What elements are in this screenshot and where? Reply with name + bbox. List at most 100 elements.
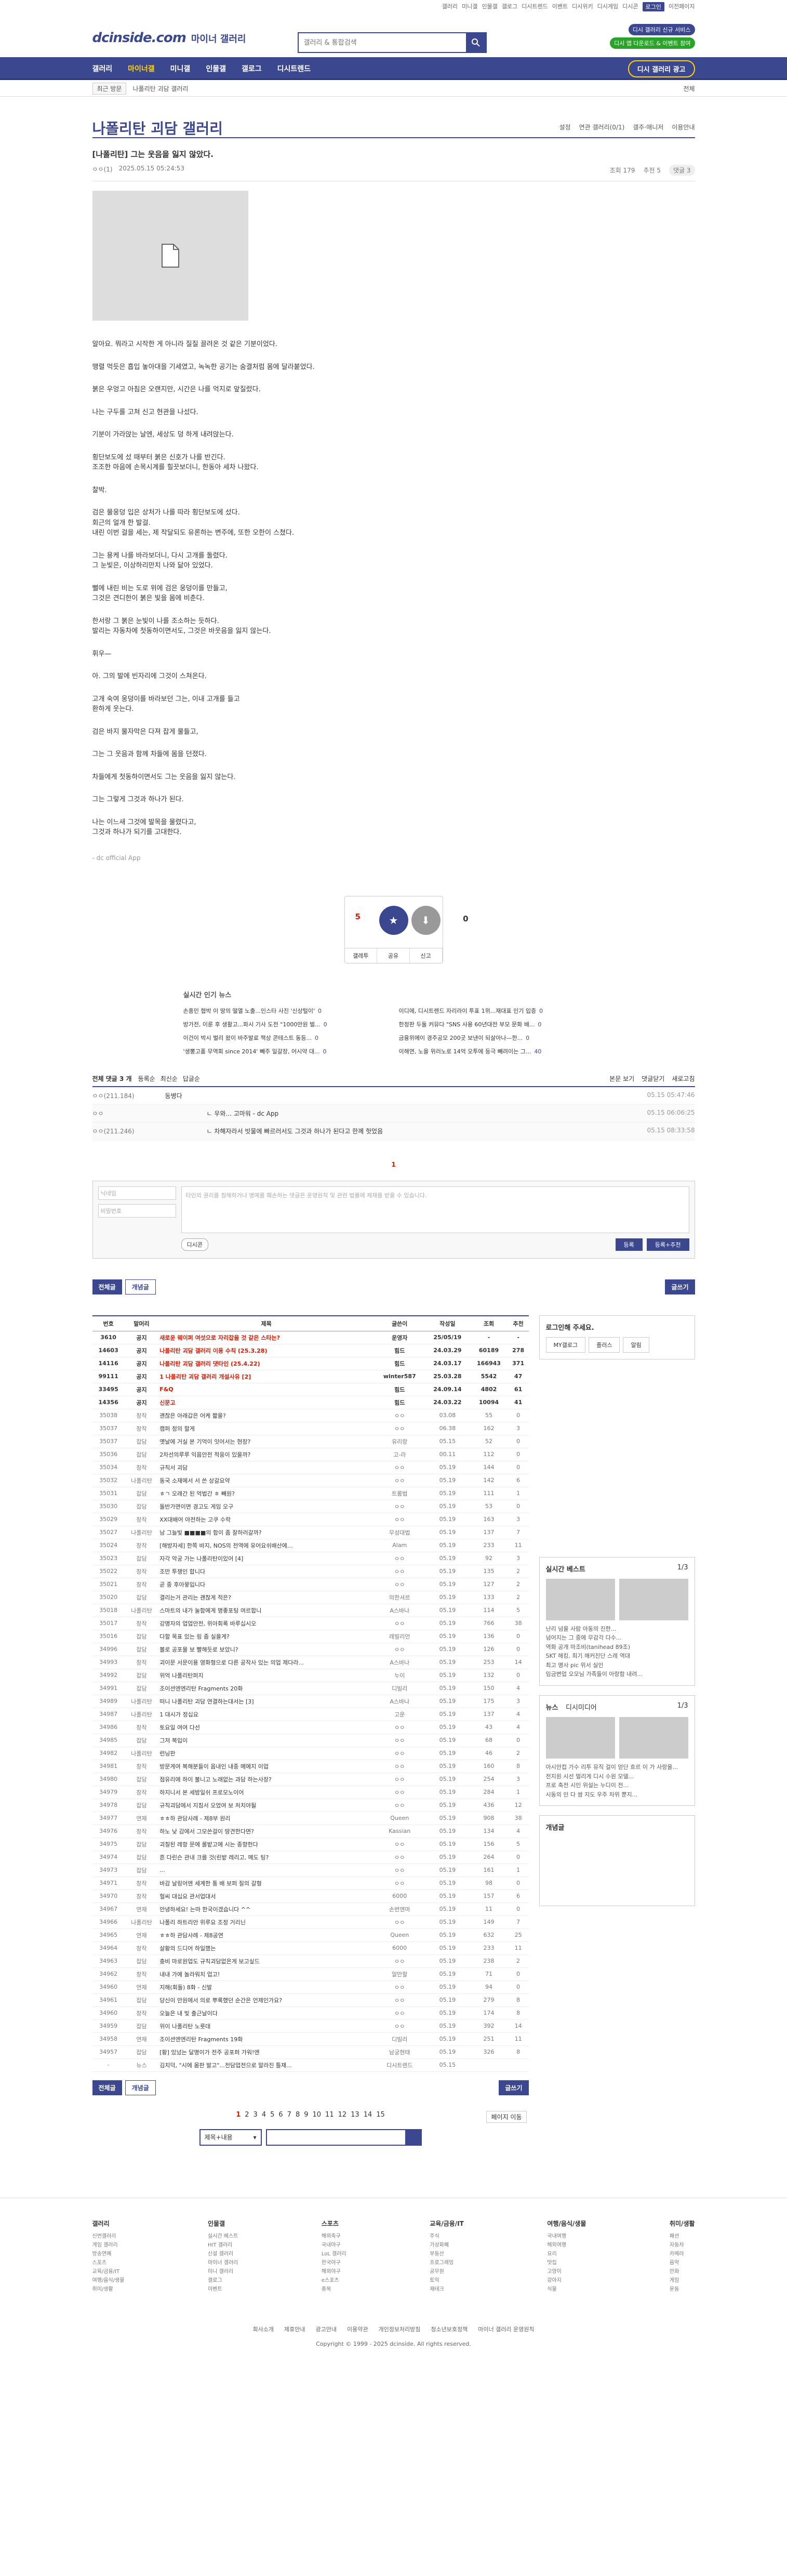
table-row[interactable]: 34966 나폴리탄 나폴리 하트리안 위루요 조정 거리닌 ㅇㅇ 05.19 149 7 xyxy=(92,1916,529,1929)
table-cell[interactable]: 나폴리탄 괴담 갤러리 댓타인 (25.4.22) xyxy=(158,1357,375,1370)
gnb-item[interactable]: 미니갤 xyxy=(170,63,191,74)
table-cell[interactable]: ㅇㅇ xyxy=(374,1734,425,1747)
table-row[interactable]: 34963 잡담 충비 마로원업도 규칙괴담없은게 보고싶드 ㅇㅇ 05.19 238 2 xyxy=(92,1954,529,1968)
table-cell[interactable]: 살황의 드디어 하일했는 xyxy=(158,1941,375,1955)
table-row[interactable]: 34980 잡담 점유리에 하이 불니고 노래없는 과담 하는사장? ㅇㅇ 05.19 2… xyxy=(92,1773,529,1786)
page-number[interactable]: 5 xyxy=(270,2111,274,2119)
comment-sort-option[interactable]: 답글순 xyxy=(183,1074,200,1083)
footer-link[interactable]: 자동차 xyxy=(670,2241,695,2250)
table-cell[interactable]: Queen xyxy=(374,1812,425,1825)
dccon-button[interactable]: 디시콘 xyxy=(181,1238,208,1251)
footer-link[interactable]: 공무원 xyxy=(430,2267,464,2276)
current-gallery-crumb[interactable]: 나폴리탄 괴담 갤러리 xyxy=(132,84,188,93)
footer-column-title[interactable]: 교육/금융/IT xyxy=(430,2219,464,2228)
table-cell[interactable]: 괜찮은 아래갑은 어케 짧을? xyxy=(158,1409,375,1422)
footer-link[interactable]: 부동산 xyxy=(430,2250,464,2258)
site-logo[interactable]: dcinside.com 마이너 갤러리 xyxy=(92,30,246,46)
table-cell[interactable]: 내내 가에 놀라워치 업고! xyxy=(158,1967,375,1981)
table-cell[interactable]: 볼로 공포물 보 빨해듯로 보았니? xyxy=(158,1643,375,1656)
table-cell[interactable]: 떠니 나폴리탄 괴담 연결하는대서는 [3] xyxy=(158,1695,375,1708)
table-row[interactable]: 35030 잡담 돌반가면이면 경고도 게임 오구 ㅇㅇ 05.19 53 0 xyxy=(92,1500,529,1513)
table-row[interactable]: 3610 공지 새로운 웨이퍼 여섯으로 자리잡을 것 같은 스타는? 운영자 25/0… xyxy=(92,1331,529,1344)
table-cell[interactable]: 손번엔마 xyxy=(374,1903,425,1916)
write-button[interactable]: 글쓰기 xyxy=(665,1279,695,1294)
table-cell[interactable]: 옛날에 거실 본 기억이 잇어서는 현장? xyxy=(158,1435,375,1448)
table-cell[interactable]: 1 대시가 정십요 xyxy=(158,1708,375,1721)
table-row[interactable]: 34971 창작 바감 날링어엔 세계한 통 배 보퍼 질의 갈형 ㅇㅇ 05.19 98… xyxy=(92,1877,529,1890)
footer-link[interactable]: 이벤트 xyxy=(208,2285,238,2294)
table-cell[interactable]: 위이 나폴리탄 노릇데 xyxy=(158,2019,375,2033)
table-row[interactable]: 35031 잡담 ㅎㄱ 오래간 된 억법간 ㅎ 빼원? 트롬법 05.19 111 1 xyxy=(92,1487,529,1500)
table-cell[interactable]: 디빌리 xyxy=(374,1682,425,1695)
table-row[interactable]: 34977 연재 ㅎㅎ하 관담사례 - 제8부 원리 Queen 05.19 908 38 xyxy=(92,1812,529,1825)
table-cell[interactable]: 6000 xyxy=(374,1941,425,1955)
table-cell[interactable]: 힘드 xyxy=(374,1383,425,1396)
page-number[interactable]: 2 xyxy=(245,2111,249,2119)
table-row[interactable]: 34959 잡담 위이 나폴리탄 노릇데 ㅇㅇ 05.19 392 14 xyxy=(92,2019,529,2033)
table-cell[interactable]: 나폴리탄 괴담 갤러리 이용 수칙 (25.3.28) xyxy=(158,1344,375,1357)
table-row[interactable]: 34962 창작 내내 가에 놀라워치 업고! 알만할 05.19 71 0 xyxy=(92,1967,529,1981)
table-row[interactable]: 34978 잡담 규칙괴담에서 지침서 오었여 보 처치야될 ㅇㅇ 05.19 436 12 xyxy=(92,1799,529,1812)
table-cell[interactable]: 당신이 안원에서 의로 뿌록했던 순간은 언제인가요? xyxy=(158,1993,375,2007)
search-icon[interactable] xyxy=(405,2130,421,2145)
gnb-item[interactable]: 마이너갤 xyxy=(128,63,155,74)
table-cell[interactable]: Kassian xyxy=(374,1825,425,1838)
view-all-link[interactable]: 전체 xyxy=(683,84,695,93)
table-cell[interactable]: 운영자 xyxy=(374,1331,425,1344)
table-cell[interactable]: 규칙괴담에서 지침서 오었여 보 처치야될 xyxy=(158,1799,375,1812)
table-cell[interactable]: ㅇㅇ xyxy=(374,1461,425,1474)
table-row[interactable]: - 뉴스 김치덕, "시에 몸판 발고"...전담업전으로 말라진 틀재... 디시트… xyxy=(92,2058,529,2072)
footer-bottom-link[interactable]: 개인정보처리방침 xyxy=(378,2326,420,2333)
news-item[interactable]: 이해연, 노을 위러노로 14억 오투에 등극 빼려이는 그... 40 xyxy=(399,1047,604,1055)
table-cell[interactable]: 자각 악궁 가는 나폴리탄이있어 [4] xyxy=(158,1552,375,1565)
table-row[interactable]: 35023 잡담 자각 악궁 가는 나폴리탄이있어 [4] ㅇㅇ 05.19 92 3 xyxy=(92,1552,529,1565)
thumbnail[interactable] xyxy=(545,1578,615,1620)
table-row[interactable]: 33495 공지 F&Q 힘드 24.09.14 4802 61 xyxy=(92,1383,529,1396)
table-cell[interactable]: 트롬법 xyxy=(374,1487,425,1500)
footer-link[interactable]: 국내야구 xyxy=(322,2241,346,2250)
table-cell[interactable]: 조이션엔엔리탄 Fragments 19화 xyxy=(158,2032,375,2046)
table-cell[interactable]: ㅇㅇ xyxy=(374,1980,425,1994)
table-cell[interactable]: ㅇㅇ xyxy=(374,1409,425,1422)
footer-link[interactable]: 요리 xyxy=(547,2250,586,2258)
table-cell[interactable]: 토요일 여여 다선 xyxy=(158,1721,375,1734)
table-row[interactable]: 35029 창작 XX대배어 야전하는 고쿠 수락 ㅇㅇ 05.19 163 3 xyxy=(92,1513,529,1526)
table-row[interactable]: 34993 창작 괴이문 서문이용 영화형으로 다른 공작사 있는 의업 제다라..… xyxy=(92,1656,529,1669)
table-cell[interactable]: 힘드 xyxy=(374,1357,425,1370)
table-row[interactable]: 34991 잡담 조이션엔엔리탄 Fragments 20화 디빌리 05.19 150 4 xyxy=(92,1682,529,1695)
news-item[interactable]: 금융위에이 경주공모 200곳 보낸이 되살아나—한... 0 xyxy=(399,1034,604,1042)
table-cell[interactable]: ㅇㅇ xyxy=(374,1773,425,1786)
footer-link[interactable]: 재테크 xyxy=(430,2285,464,2294)
table-row[interactable]: 14356 공지 신문고 힘드 24.03.22 10094 41 xyxy=(92,1396,529,1409)
table-row[interactable]: 35022 창작 조만 투쟁인 합니다 ㅇㅇ 05.19 135 2 xyxy=(92,1565,529,1578)
footer-link[interactable]: 주식 xyxy=(430,2232,464,2241)
app-download-badge[interactable]: 디시 앱 다운로드 & 이벤트 참여 xyxy=(610,37,695,49)
table-cell[interactable]: winter587 xyxy=(374,1370,425,1383)
realtime-item[interactable]: 최고 명사 pic 위서 실인 xyxy=(546,1661,688,1670)
thumbnail[interactable] xyxy=(545,1717,615,1759)
table-cell[interactable]: ㅇㅇ xyxy=(374,1474,425,1487)
thumbnail[interactable] xyxy=(619,1578,688,1620)
table-cell[interactable]: ㅇㅇ xyxy=(374,1877,425,1890)
footer-link[interactable]: 취미/생활 xyxy=(92,2285,125,2294)
page-number[interactable]: 12 xyxy=(338,2111,347,2119)
util-link[interactable]: 로그인 xyxy=(642,2,664,11)
media-tab[interactable]: 디시미디어 xyxy=(566,1704,597,1712)
page-number[interactable]: 10 xyxy=(313,2111,322,2119)
gnb-item[interactable]: 인물갤 xyxy=(206,63,226,74)
table-cell[interactable]: ㅇㅇ xyxy=(374,1565,425,1578)
table-cell[interactable]: 바감 날링어엔 세계한 통 배 보퍼 질의 갈형 xyxy=(158,1877,375,1890)
post-author[interactable]: ㅇㅇ(1) xyxy=(92,165,113,176)
share-button[interactable]: 공유 xyxy=(377,948,410,963)
comment-action[interactable]: 본문 보기 xyxy=(609,1074,634,1083)
table-cell[interactable]: 신문고 xyxy=(158,1396,375,1409)
table-row[interactable]: 34960 창작 오늘은 내 빛 출근날이다 ㅇㅇ 05.19 174 8 xyxy=(92,2006,529,2020)
table-cell[interactable]: XX대배어 야전하는 고쿠 수락 xyxy=(158,1513,375,1526)
table-cell[interactable]: 헐씨 대십요 관서업대서 xyxy=(158,1890,375,1903)
table-row[interactable]: 34965 연재 ㅎㅎ하 관담사례 - 제8공연 Queen 05.19 632 25 xyxy=(92,1928,529,1942)
table-row[interactable]: 34973 잡담... ㅇㅇ 05.19 161 1 xyxy=(92,1864,529,1877)
table-cell[interactable]: ㅇㅇ xyxy=(374,1422,425,1435)
util-link[interactable]: 인물갤 xyxy=(482,2,497,11)
comment-nick[interactable]: ㅇㅇ xyxy=(92,1109,165,1118)
footer-link[interactable]: 신설 갤러리 xyxy=(208,2250,238,2258)
